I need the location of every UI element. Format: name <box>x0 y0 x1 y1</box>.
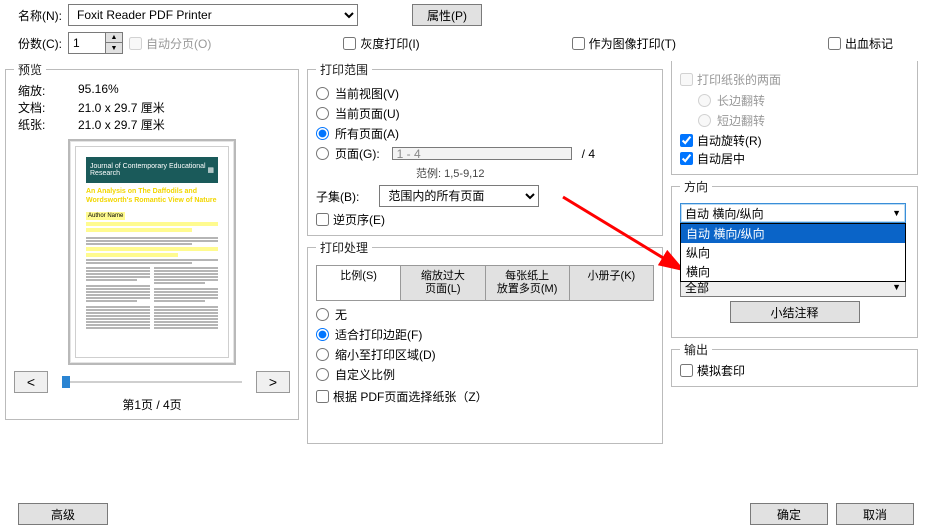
bleed-checkbox[interactable] <box>828 37 841 50</box>
simulate-checkbox[interactable] <box>680 364 693 377</box>
range-legend: 打印范围 <box>316 61 372 78</box>
both-sides-checkbox <box>680 73 693 86</box>
zoom-label: 缩放: <box>18 82 68 99</box>
page-indicator: 第1页 / 4页 <box>14 396 290 413</box>
collate-label: 自动分页(O) <box>146 35 211 52</box>
zoom-value: 95.16% <box>78 82 119 99</box>
reverse-checkbox[interactable] <box>316 213 329 226</box>
prev-page-button[interactable]: < <box>14 371 48 393</box>
preview-thumbnail: Journal of Contemporary Educational Rese… <box>68 139 236 365</box>
tab-booklet[interactable]: 小册子(K) <box>570 266 653 300</box>
chevron-down-icon: ▼ <box>892 208 901 218</box>
ok-button[interactable]: 确定 <box>750 503 828 525</box>
name-label: 名称(N): <box>18 7 62 24</box>
choose-by-page-checkbox[interactable] <box>316 390 329 403</box>
grayscale-checkbox[interactable] <box>343 37 356 50</box>
output-fieldset: 输出 模拟套印 <box>671 341 918 387</box>
collate-checkbox <box>129 37 142 50</box>
handling-legend: 打印处理 <box>316 239 372 256</box>
current-view-radio[interactable] <box>316 87 329 100</box>
printer-select[interactable]: Foxit Reader PDF Printer <box>68 4 358 26</box>
orientation-option-portrait[interactable]: 纵向 <box>681 243 905 262</box>
pages-input[interactable] <box>392 147 572 160</box>
pages-radio[interactable] <box>316 147 329 160</box>
current-page-radio[interactable] <box>316 107 329 120</box>
tab-multi[interactable]: 每张纸上 放置多页(M) <box>486 266 570 300</box>
long-edge-radio <box>698 94 711 107</box>
properties-button[interactable]: 属性(P) <box>412 4 482 26</box>
doc-label: 文档: <box>18 99 68 116</box>
all-pages-radio[interactable] <box>316 127 329 140</box>
spinner-down[interactable]: ▼ <box>106 43 122 53</box>
as-image-checkbox[interactable] <box>572 37 585 50</box>
orientation-option-auto[interactable]: 自动 横向/纵向 <box>681 224 905 243</box>
orientation-dropdown-list: 自动 横向/纵向 纵向 横向 <box>680 223 906 282</box>
doc-size: 21.0 x 29.7 厘米 <box>78 99 165 116</box>
pages-example: 范例: 1,5-9,12 <box>416 165 654 181</box>
cancel-button[interactable]: 取消 <box>836 503 914 525</box>
orientation-option-landscape[interactable]: 横向 <box>681 262 905 281</box>
output-legend: 输出 <box>680 341 712 358</box>
scale-custom-radio[interactable] <box>316 368 329 381</box>
paper-fieldset: 打印纸张的两面 长边翻转 短边翻转 自动旋转(R) 自动居中 <box>671 61 918 175</box>
next-page-button[interactable]: > <box>256 371 290 393</box>
as-image-label: 作为图像打印(T) <box>589 35 676 52</box>
preview-fieldset: 预览 缩放: 95.16% 文档: 21.0 x 29.7 厘米 纸张: 21.0 x… <box>5 61 299 420</box>
paper-label: 纸张: <box>18 116 68 133</box>
copies-spinner[interactable]: ▲ ▼ <box>68 32 123 54</box>
handling-fieldset: 打印处理 比例(S) 缩放过大 页面(L) 每张纸上 放置多页(M) 小册子(K… <box>307 239 663 444</box>
summarize-button[interactable]: 小结注释 <box>730 301 860 323</box>
chevron-down-icon: ▼ <box>892 282 901 292</box>
orientation-fieldset: 方向 自动 横向/纵向 ▼ 自动 横向/纵向 纵向 横向 全部 ▼ 小结注释 <box>671 178 918 338</box>
pages-total: / 4 <box>582 147 595 161</box>
spinner-up[interactable]: ▲ <box>106 33 122 43</box>
subset-select[interactable]: 范围内的所有页面 <box>379 185 539 207</box>
preview-legend: 预览 <box>14 61 46 78</box>
short-edge-radio <box>698 114 711 127</box>
scale-none-radio[interactable] <box>316 308 329 321</box>
paper-size: 21.0 x 29.7 厘米 <box>78 116 165 133</box>
scale-fit-radio[interactable] <box>316 328 329 341</box>
range-fieldset: 打印范围 当前视图(V) 当前页面(U) 所有页面(A) 页面(G): / 4 … <box>307 61 663 236</box>
tab-scale[interactable]: 比例(S) <box>317 266 401 300</box>
grayscale-label: 灰度打印(I) <box>360 35 419 52</box>
page-slider[interactable] <box>62 381 242 383</box>
auto-center-checkbox[interactable] <box>680 152 693 165</box>
auto-rotate-checkbox[interactable] <box>680 134 693 147</box>
orientation-select[interactable]: 自动 横向/纵向 ▼ <box>680 203 906 223</box>
orientation-legend: 方向 <box>680 178 712 195</box>
copies-label: 份数(C): <box>18 35 62 52</box>
bleed-label: 出血标记 <box>845 35 893 52</box>
scale-shrink-radio[interactable] <box>316 348 329 361</box>
tab-tile[interactable]: 缩放过大 页面(L) <box>401 266 485 300</box>
subset-label: 子集(B): <box>316 188 359 205</box>
copies-input[interactable] <box>69 33 105 53</box>
handling-tabs: 比例(S) 缩放过大 页面(L) 每张纸上 放置多页(M) 小册子(K) <box>316 265 654 301</box>
advanced-button[interactable]: 高级 <box>18 503 108 525</box>
